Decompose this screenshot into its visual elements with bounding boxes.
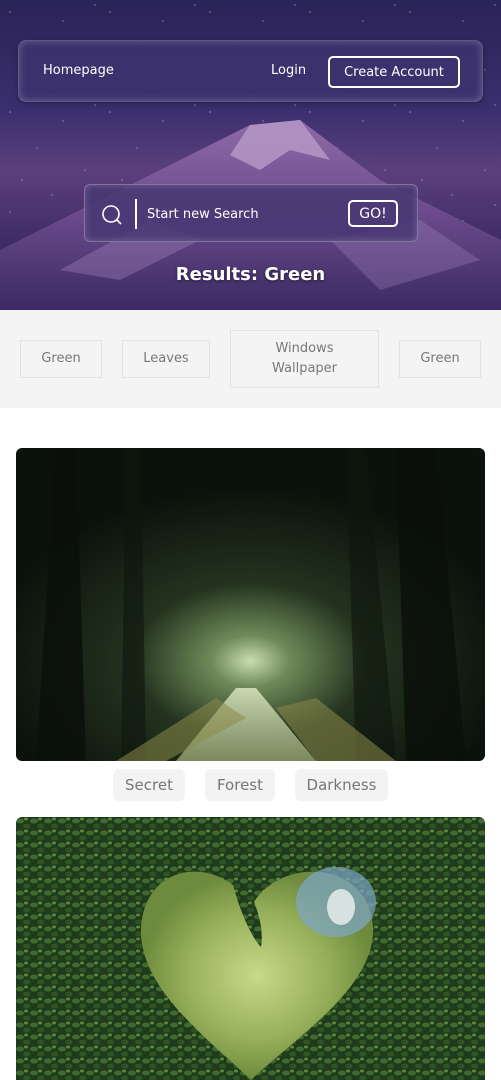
homepage-link[interactable]: Homepage: [43, 63, 114, 78]
hero-banner: Homepage Login Create Account GO! Result…: [0, 0, 501, 310]
search-input[interactable]: [147, 201, 337, 227]
results-title: Results: Green: [175, 264, 326, 285]
result-tag[interactable]: Forest: [205, 769, 275, 801]
tag-chip-label: Windows Wallpaper: [271, 341, 338, 376]
search-icon[interactable]: [101, 204, 123, 226]
login-link[interactable]: Login: [271, 63, 306, 78]
tag-chip[interactable]: Windows Wallpaper: [230, 330, 379, 388]
result-tag[interactable]: Secret: [113, 769, 185, 801]
tag-chip[interactable]: Leaves: [122, 340, 210, 378]
heart-hedge-image: [16, 817, 485, 1080]
tag-chip[interactable]: Green: [399, 340, 481, 378]
search-bar: GO!: [84, 184, 418, 242]
result-tags: Secret Forest Darkness: [0, 769, 501, 801]
forest-path-image: [16, 448, 485, 761]
go-button[interactable]: GO!: [348, 200, 398, 227]
create-account-button[interactable]: Create Account: [328, 56, 460, 88]
tag-chip[interactable]: Green: [20, 340, 102, 378]
related-tags-strip: Green Leaves Windows Wallpaper Green: [0, 310, 501, 408]
result-image-forest[interactable]: [16, 448, 485, 761]
top-navigation-bar: Homepage Login Create Account: [18, 40, 483, 102]
search-divider: [135, 199, 137, 229]
result-tag[interactable]: Darkness: [295, 769, 388, 801]
result-image-heart-hedge[interactable]: [16, 817, 485, 1080]
